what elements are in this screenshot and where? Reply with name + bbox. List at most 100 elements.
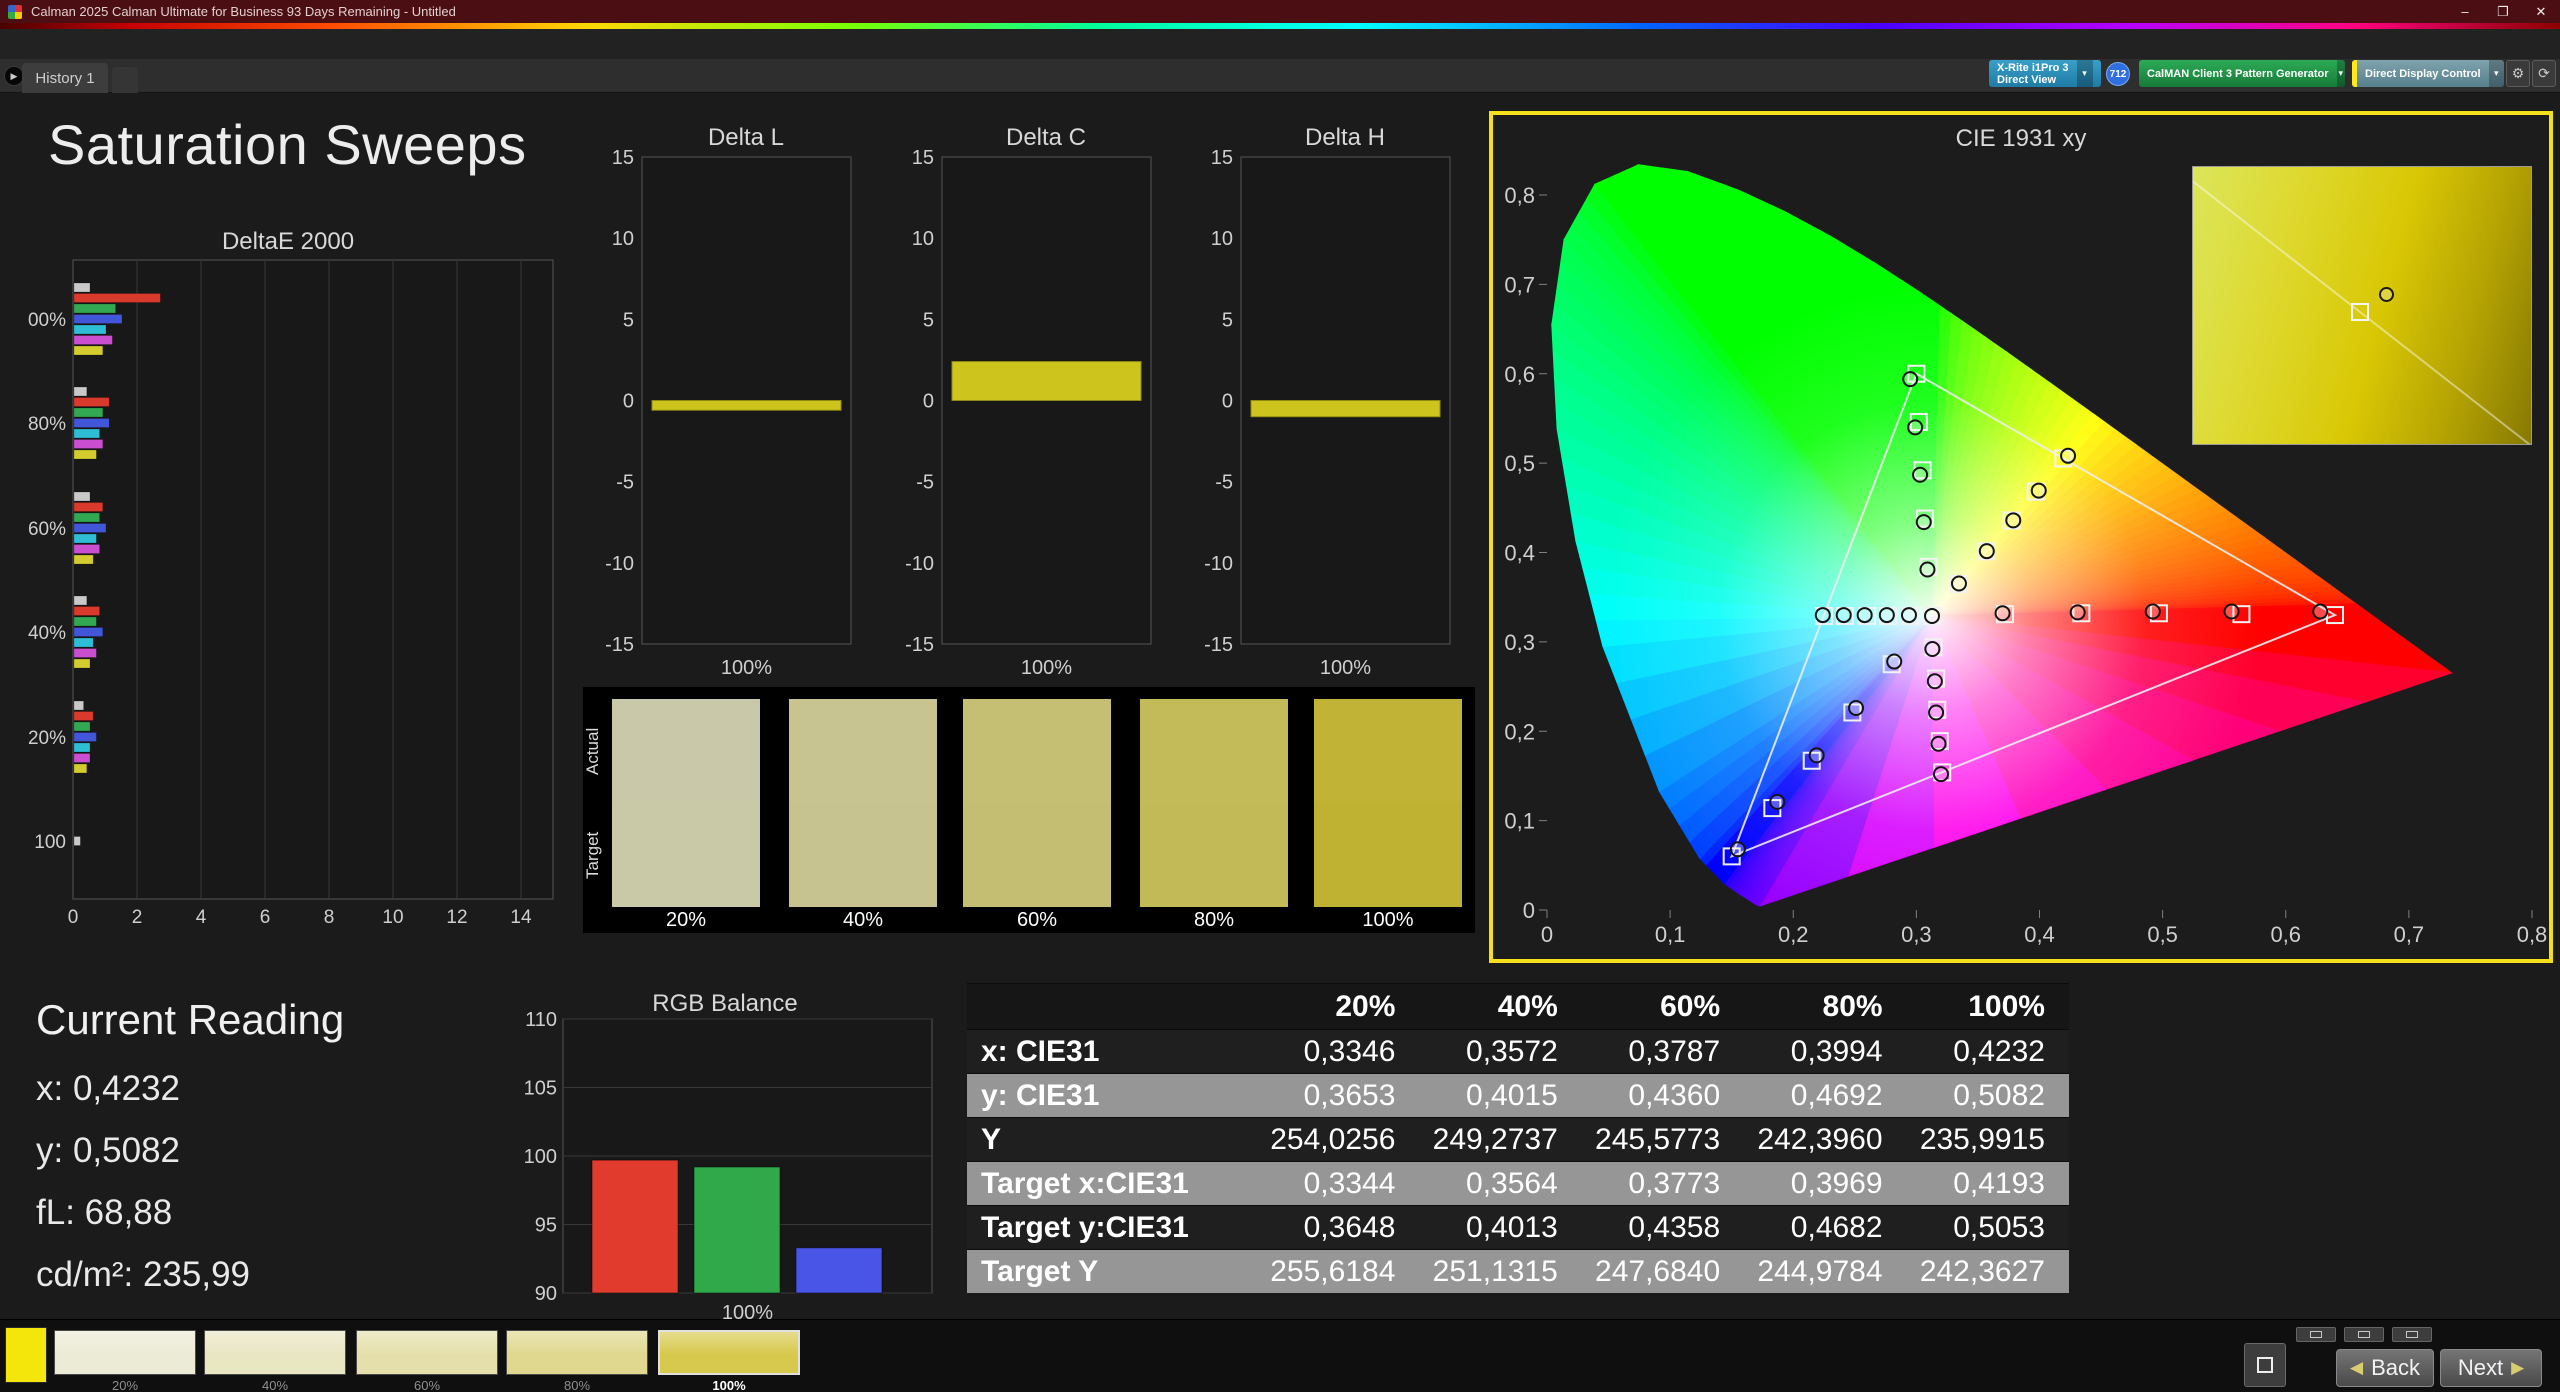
calman-app-window: Calman 2025 Calman Ultimate for Business… bbox=[0, 0, 2560, 1392]
display-layout-button-3[interactable] bbox=[2392, 1327, 2432, 1342]
table-value-cell: 249,2737 bbox=[1432, 1122, 1558, 1156]
axis-label: 10 bbox=[382, 907, 403, 928]
table-row: Target x:CIE31 0,3344 0,3564 0,3773 0,3969 0,… bbox=[967, 1161, 2069, 1205]
table-header-cell: 100% bbox=[1968, 989, 2045, 1023]
current-reading-title: Current Reading bbox=[36, 996, 345, 1043]
table-value-cell: 0,3969 bbox=[1790, 1166, 1883, 1200]
sidebar-expand-button[interactable]: ▶ bbox=[4, 66, 24, 86]
delta-l-chart[interactable]: 15 10 5 0 -5 -10 -15 100% bbox=[598, 150, 866, 695]
settings-gear-button[interactable]: ⚙ bbox=[2506, 60, 2530, 87]
deltae-bar-red bbox=[73, 397, 110, 407]
pattern-thumbnail-80%[interactable] bbox=[506, 1330, 648, 1375]
chevron-down-icon: ▾ bbox=[2076, 60, 2093, 87]
axis-label: 0,6 bbox=[2270, 922, 2301, 947]
table-row-label: Target x:CIE31 bbox=[981, 1166, 1189, 1200]
rgb-balance-chart[interactable]: 1101051009590100% bbox=[520, 1008, 945, 1323]
axis-label: 0,5 bbox=[2147, 922, 2178, 947]
axis-label: 5 bbox=[1222, 309, 1233, 331]
axis-label: 0 bbox=[68, 907, 79, 928]
rgb-bar-blue bbox=[795, 1247, 883, 1294]
deltae-bar-cyan bbox=[73, 533, 97, 544]
axis-label: 80% bbox=[28, 414, 66, 435]
deltae-bar-red bbox=[73, 293, 161, 303]
display-layout-button-1[interactable] bbox=[2296, 1327, 2336, 1342]
delta_l-bar bbox=[651, 400, 842, 411]
table-header-cell: 60% bbox=[1660, 989, 1721, 1023]
pattern-thumbnail-40%[interactable] bbox=[204, 1330, 346, 1375]
axis-label: 10 bbox=[612, 228, 634, 250]
next-button[interactable]: Next ▶ bbox=[2440, 1349, 2542, 1387]
delta-c-chart[interactable]: 15 10 5 0 -5 -10 -15 100% bbox=[898, 150, 1166, 695]
gear-icon: ⚙ bbox=[2511, 65, 2525, 81]
table-value-cell: 0,4013 bbox=[1466, 1210, 1558, 1244]
table-value-cell: 0,4682 bbox=[1790, 1210, 1883, 1244]
meter-delay-badge: 712 bbox=[2106, 62, 2130, 86]
axis-label: 14 bbox=[510, 907, 532, 928]
minimize-button[interactable]: – bbox=[2446, 0, 2484, 23]
display-control-name: Direct Display Control bbox=[2365, 67, 2481, 80]
table-value-cell: 0,3773 bbox=[1628, 1166, 1721, 1200]
meter-device-button[interactable]: X-Rite i1Pro 3 Direct View ▾ bbox=[1989, 60, 2101, 87]
cie-1931-panel[interactable]: 0 0,1 0,2 0,3 0,4 0,5 0,6 0,7 0,8 0 0,1 0,2 0,3 0,4 0,… bbox=[1489, 111, 2553, 963]
table-value-cell: 245,5773 bbox=[1595, 1122, 1721, 1156]
swatch-label: 40% bbox=[842, 909, 884, 931]
deltae-bar-white bbox=[73, 595, 88, 606]
delta-c-chart-title: Delta C bbox=[1005, 124, 1087, 151]
pattern-thumbnail-60%[interactable] bbox=[356, 1330, 498, 1375]
axis-label: 15 bbox=[612, 150, 634, 169]
axis-label: 40% bbox=[28, 623, 66, 644]
delta-h-chart[interactable]: 15 10 5 0 -5 -10 -15 100% bbox=[1197, 150, 1465, 695]
deltae-bar-red bbox=[73, 606, 100, 616]
pattern-thumbnail-100%[interactable] bbox=[658, 1330, 800, 1375]
table-value-cell: 0,3653 bbox=[1303, 1078, 1396, 1112]
back-arrow-icon: ◀ bbox=[2350, 1358, 2364, 1377]
back-button[interactable]: ◀ Back bbox=[2336, 1349, 2434, 1387]
table-value-cell: 0,4692 bbox=[1790, 1078, 1883, 1112]
delta_h-bar bbox=[1250, 400, 1441, 418]
tab-stub[interactable] bbox=[112, 67, 138, 93]
pattern-thumbnail-label: 100% bbox=[712, 1378, 746, 1392]
axis-label: 110 bbox=[525, 1009, 557, 1031]
axis-label: 0,8 bbox=[2517, 922, 2548, 947]
axis-label: 0,2 bbox=[1778, 922, 1809, 947]
actual-swatch bbox=[789, 699, 937, 803]
pattern-thumbnail-20%[interactable] bbox=[54, 1330, 196, 1375]
pattern-thumbnail-label: 60% bbox=[413, 1378, 441, 1392]
target-point-marker bbox=[2350, 303, 2369, 322]
close-button[interactable]: ✕ bbox=[2522, 0, 2560, 23]
axis-label: 0,4 bbox=[1504, 541, 1535, 566]
table-value-cell: 0,5082 bbox=[1953, 1078, 2045, 1112]
axis-label: 0,6 bbox=[1504, 362, 1535, 387]
tab-history-1[interactable]: History 1 bbox=[22, 63, 108, 93]
axis-label: 15 bbox=[912, 150, 934, 169]
axis-label: 20% bbox=[28, 728, 66, 749]
chevron-down-icon: ▾ bbox=[2336, 60, 2345, 87]
swatch-column-20%: 20% bbox=[612, 699, 760, 933]
table-value-cell: 0,4193 bbox=[1953, 1166, 2045, 1200]
deltae-bar-red bbox=[73, 502, 104, 512]
deltae-bar-magenta bbox=[73, 335, 113, 345]
target-swatch bbox=[789, 803, 937, 907]
table-header-row: 20% 40% 60% 80% 100% bbox=[967, 983, 2069, 1029]
deltae-bar-green bbox=[73, 616, 97, 627]
maximize-button[interactable]: ❐ bbox=[2484, 0, 2522, 23]
deltae-bar-magenta bbox=[73, 544, 100, 554]
axis-label: 0 bbox=[1523, 898, 1535, 923]
refresh-button[interactable]: ⟳ bbox=[2532, 60, 2556, 87]
deltae-bar-green bbox=[73, 303, 116, 314]
deltae2000-chart[interactable]: 0 2 4 6 8 10 12 14 100% 80% 60% 40% 20% 100 bbox=[28, 252, 573, 942]
pattern-generator-button[interactable]: CalMAN Client 3 Pattern Generator ▾ bbox=[2139, 60, 2345, 87]
axis-label: 105 bbox=[524, 1078, 557, 1100]
deltae-bar-white bbox=[73, 491, 91, 502]
deltae-bar-green bbox=[73, 407, 104, 418]
display-control-button[interactable]: Direct Display Control ▾ bbox=[2352, 60, 2504, 87]
monitor-icon bbox=[2406, 1331, 2418, 1338]
current-pattern-swatch bbox=[5, 1327, 47, 1383]
display-layout-button-2[interactable] bbox=[2344, 1327, 2384, 1342]
pattern-window-toggle-button[interactable] bbox=[2244, 1343, 2286, 1387]
deltae-bar-cyan bbox=[73, 428, 100, 439]
axis-label: 0,1 bbox=[1655, 922, 1686, 947]
axis-label: 2 bbox=[132, 907, 143, 928]
pattern-thumbnail-label: 20% bbox=[111, 1378, 139, 1392]
swatch-label: 100% bbox=[1362, 909, 1414, 931]
